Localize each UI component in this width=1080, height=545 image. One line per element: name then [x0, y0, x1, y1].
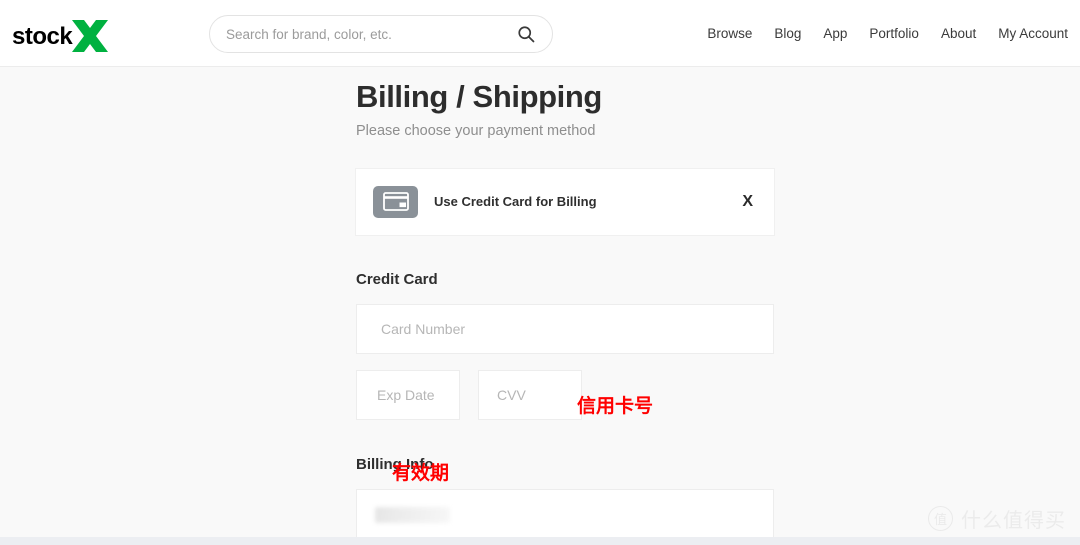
watermark: 值 什么值得买: [928, 504, 1066, 533]
search-icon[interactable]: [516, 24, 536, 44]
watermark-text: 什么值得买: [961, 508, 1066, 532]
card-number-field[interactable]: [356, 303, 774, 354]
page-title: Billing / Shipping: [356, 79, 602, 114]
stockx-logo[interactable]: stock: [12, 14, 110, 54]
credit-card-glyph: [382, 192, 409, 212]
redacted-value: [375, 506, 450, 523]
nav-item-portfolio[interactable]: Portfolio: [869, 26, 919, 41]
cvv-input[interactable]: [497, 386, 563, 403]
expiration-field[interactable]: [356, 369, 460, 420]
nav-item-my-account[interactable]: My Account: [998, 26, 1068, 41]
site-header: stock Browse Blog App Portfolio About My…: [0, 0, 1080, 67]
watermark-badge-icon: 值: [928, 506, 953, 531]
credit-card-section-title: Credit Card: [356, 270, 438, 288]
checkout-column: Billing / Shipping Please choose your pa…: [356, 79, 774, 541]
stockx-logo-icon: stock: [12, 20, 108, 52]
nav-item-app[interactable]: App: [823, 26, 847, 41]
nav-item-browse[interactable]: Browse: [707, 26, 752, 41]
search-input[interactable]: [226, 26, 516, 42]
expiration-input[interactable]: [377, 386, 439, 403]
card-number-input[interactable]: [381, 320, 749, 337]
billing-first-field[interactable]: [356, 488, 774, 541]
billing-info-section-title: Billing Info: [356, 455, 434, 473]
page-subtitle: Please choose your payment method: [356, 122, 596, 139]
nav-item-about[interactable]: About: [941, 26, 976, 41]
nav-item-blog[interactable]: Blog: [774, 26, 801, 41]
main-content: Billing / Shipping Please choose your pa…: [0, 67, 1080, 545]
payment-method-label: Use Credit Card for Billing: [434, 194, 597, 210]
card-details-row: [356, 369, 774, 420]
payment-method-card[interactable]: Use Credit Card for Billing X: [356, 168, 774, 235]
svg-text:stock: stock: [12, 23, 73, 50]
search-bar[interactable]: [209, 15, 553, 53]
close-icon[interactable]: X: [742, 193, 753, 210]
cvv-field[interactable]: [478, 369, 582, 420]
credit-card-icon: [373, 185, 418, 218]
bottom-strip: [0, 537, 1080, 545]
main-navigation: Browse Blog App Portfolio About My Accou…: [707, 0, 1068, 67]
